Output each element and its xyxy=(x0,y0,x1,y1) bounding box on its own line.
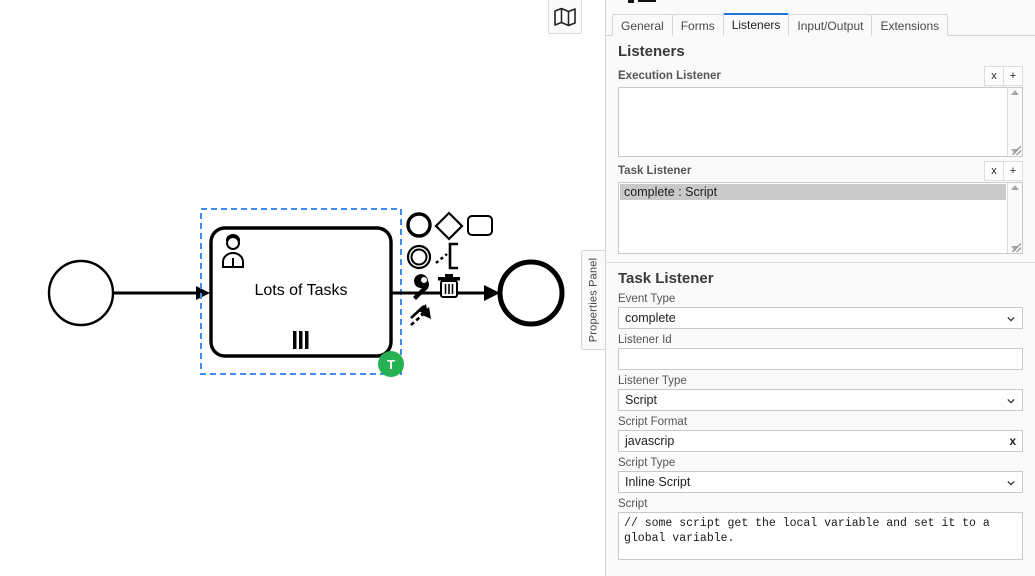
map-icon xyxy=(554,7,576,27)
listener-type-label: Listener Type xyxy=(618,375,687,387)
execution-listener-list[interactable] xyxy=(618,87,1023,157)
scroll-up-arrow-icon[interactable] xyxy=(1011,185,1019,190)
event-type-group: Event Type complete xyxy=(618,293,1023,329)
tab-listeners[interactable]: Listeners xyxy=(722,13,790,36)
script-label: Script xyxy=(618,498,648,510)
bpmn-canvas[interactable]: T Lots of Tasks xyxy=(0,0,605,576)
properties-panel-toggle-tab[interactable]: Properties Panel xyxy=(581,250,605,350)
context-pad[interactable] xyxy=(406,211,493,326)
task-label: Lots of Tasks xyxy=(254,282,348,299)
task-listener-option-selected[interactable]: complete : Script xyxy=(620,184,1006,200)
script-format-clear-icon[interactable]: x xyxy=(1009,434,1016,448)
append-end-event-icon[interactable] xyxy=(406,212,432,238)
scroll-up-arrow-icon[interactable] xyxy=(1011,90,1019,95)
listener-id-label: Listener Id xyxy=(618,334,672,346)
parallel-multi-instance-marker xyxy=(293,331,309,349)
event-type-select[interactable]: complete xyxy=(618,307,1023,329)
script-type-group: Script Type Inline Script xyxy=(618,457,1023,493)
listener-type-group: Listener Type Script xyxy=(618,375,1023,411)
chevron-down-icon xyxy=(1007,398,1015,404)
execution-listener-add-button[interactable]: + xyxy=(1003,66,1023,86)
append-gateway-icon[interactable] xyxy=(434,211,464,241)
listeners-section-title: Listeners xyxy=(618,43,685,60)
trash-icon[interactable] xyxy=(438,274,460,298)
script-format-input[interactable]: javascrip xyxy=(618,430,1023,452)
script-group: Script // some script get the local vari… xyxy=(618,498,1023,560)
task-badge[interactable]: T xyxy=(378,351,404,377)
listener-id-input[interactable] xyxy=(618,348,1023,370)
minimap-toggle-button[interactable] xyxy=(548,0,582,34)
script-type-label: Script Type xyxy=(618,457,676,469)
resize-grip-icon[interactable] xyxy=(1012,146,1021,155)
tab-input-output[interactable]: Input/Output xyxy=(788,14,873,36)
script-format-group: Script Format javascrip x xyxy=(618,416,1023,452)
listener-type-select[interactable]: Script xyxy=(618,389,1023,411)
execution-listener-label: Execution Listener xyxy=(618,70,721,82)
script-format-label: Script Format xyxy=(618,416,688,428)
listener-id-group: Listener Id xyxy=(618,334,1023,370)
task-listener-label: Task Listener xyxy=(618,165,692,177)
resize-grip-icon[interactable] xyxy=(1012,243,1021,252)
task-listener-remove-button[interactable]: x xyxy=(984,161,1004,181)
properties-panel-tab-label: Properties Panel xyxy=(587,257,600,343)
properties-tab-bar[interactable]: General Forms Listeners Input/Output Ext… xyxy=(606,9,1035,36)
task-listener-list[interactable]: complete : Script xyxy=(618,182,1023,254)
execution-listener-remove-button[interactable]: x xyxy=(984,66,1004,86)
append-intermediate-event-icon[interactable] xyxy=(406,244,432,270)
script-textarea[interactable]: // some script get the local variable an… xyxy=(618,512,1023,560)
task-listener-add-button[interactable]: + xyxy=(1003,161,1023,181)
svg-text:T: T xyxy=(387,357,395,372)
start-event[interactable] xyxy=(47,259,115,327)
tab-forms[interactable]: Forms xyxy=(671,14,724,36)
event-type-value: complete xyxy=(625,311,676,325)
panel-top-clipped-glyph xyxy=(606,0,1035,9)
wrench-icon[interactable] xyxy=(413,274,430,300)
append-task-icon[interactable] xyxy=(467,215,493,236)
properties-panel: General Forms Listeners Input/Output Ext… xyxy=(605,0,1035,576)
tab-extensions[interactable]: Extensions xyxy=(871,14,949,36)
listener-type-value: Script xyxy=(625,393,657,407)
chevron-down-icon xyxy=(1007,316,1015,322)
script-type-select[interactable]: Inline Script xyxy=(618,471,1023,493)
script-type-value: Inline Script xyxy=(625,475,691,489)
task-listener-details-title: Task Listener xyxy=(618,270,714,287)
task-listener-header: Task Listener x + xyxy=(618,161,1023,181)
append-text-annotation-icon[interactable] xyxy=(435,242,458,270)
event-type-label: Event Type xyxy=(618,293,676,305)
tab-general[interactable]: General xyxy=(612,14,673,36)
execution-listener-header: Execution Listener x + xyxy=(618,66,1023,86)
connect-arrow-icon[interactable] xyxy=(410,304,431,326)
end-event[interactable] xyxy=(497,259,565,327)
chevron-down-icon xyxy=(1007,480,1015,486)
